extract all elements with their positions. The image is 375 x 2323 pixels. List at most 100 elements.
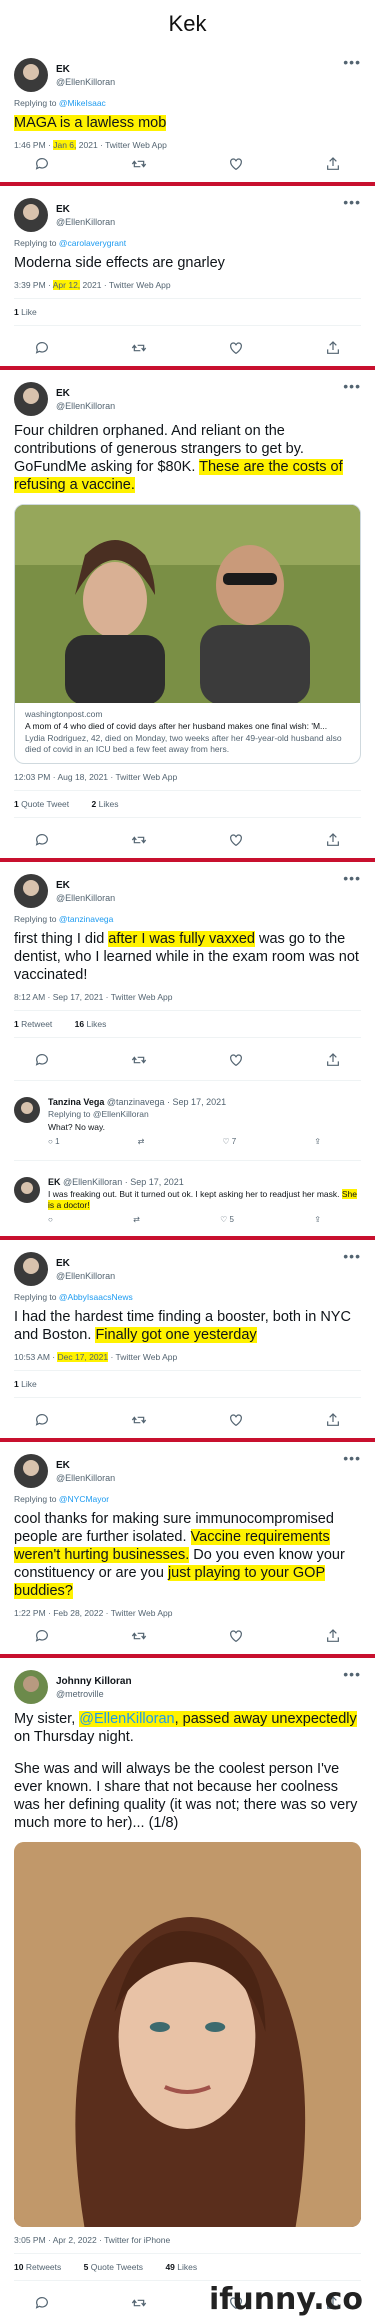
retweet-icon[interactable] xyxy=(131,340,147,356)
tweet-stats[interactable]: 1 Like xyxy=(14,1379,361,1389)
replying-to-link[interactable]: @MikeIsaac xyxy=(59,98,106,108)
tweet-4[interactable]: ••• EK @EllenKilloran Replying to @tanzi… xyxy=(0,862,375,1236)
page: Kek ••• EK @EllenKilloran Replying to @M… xyxy=(0,0,375,2323)
reply-icon[interactable]: ○ xyxy=(48,1215,53,1224)
reply-icon[interactable] xyxy=(34,2295,50,2311)
more-options-icon[interactable]: ••• xyxy=(343,54,361,70)
reply-icon[interactable] xyxy=(34,1052,50,1068)
tweet-meta: 1:22 PM · Feb 28, 2022 · Twitter Web App xyxy=(14,1608,173,1618)
author-handle[interactable]: @EllenKilloran xyxy=(56,400,115,412)
separator xyxy=(14,2280,361,2281)
author-name[interactable]: EK xyxy=(56,1459,115,1472)
reply-icon[interactable] xyxy=(34,156,50,172)
tweet-meta: 10:53 AM · Dec 17, 2021 · Twitter Web Ap… xyxy=(14,1352,178,1362)
tweet-stats[interactable]: 1 Like xyxy=(14,307,361,317)
like-icon[interactable] xyxy=(228,1628,244,1644)
tweet-7[interactable]: ••• Johnny Killoran @metroville My siste… xyxy=(0,1658,375,2321)
author-handle[interactable]: @EllenKilloran xyxy=(56,216,115,228)
like-icon[interactable] xyxy=(228,1052,244,1068)
avatar[interactable] xyxy=(14,1177,40,1203)
more-options-icon[interactable]: ••• xyxy=(343,1450,361,1466)
like-icon[interactable] xyxy=(228,156,244,172)
separator xyxy=(14,1397,361,1398)
reply-tweet[interactable]: Tanzina Vega @tanzinavega · Sep 17, 2021… xyxy=(14,1089,361,1152)
more-options-icon[interactable]: ••• xyxy=(343,1666,361,1682)
mention-link[interactable]: @EllenKilloran xyxy=(79,1711,174,1727)
retweet-icon[interactable]: ⇄ xyxy=(138,1137,145,1146)
author-name[interactable]: EK xyxy=(56,203,115,216)
retweets-stat[interactable]: 1 Retweet xyxy=(14,1019,62,1029)
replying-to-link[interactable]: @tanzinavega xyxy=(59,914,113,924)
share-icon[interactable] xyxy=(325,1412,341,1428)
like-icon[interactable] xyxy=(228,832,244,848)
reply-icon[interactable] xyxy=(34,1628,50,1644)
tweet-1[interactable]: ••• EK @EllenKilloran Replying to @MikeI… xyxy=(0,46,375,182)
avatar[interactable] xyxy=(14,1670,48,1704)
avatar[interactable] xyxy=(14,1097,40,1123)
reply-icon[interactable] xyxy=(34,340,50,356)
retweet-icon[interactable] xyxy=(131,1628,147,1644)
author-name[interactable]: EK xyxy=(56,63,115,76)
retweet-icon[interactable] xyxy=(131,832,147,848)
link-card[interactable]: washingtonpost.com A mom of 4 who died o… xyxy=(14,504,361,764)
share-icon[interactable]: ⇪ xyxy=(314,1215,321,1224)
tweet-meta: 1:46 PM · Jan 6, 2021 · Twitter Web App xyxy=(14,140,167,150)
replying-to-link[interactable]: @NYCMayor xyxy=(59,1494,109,1504)
reply-icon[interactable] xyxy=(34,1412,50,1428)
avatar[interactable] xyxy=(14,58,48,92)
share-icon[interactable] xyxy=(325,832,341,848)
card-image[interactable] xyxy=(15,505,360,705)
more-options-icon[interactable]: ••• xyxy=(343,194,361,210)
author-handle[interactable]: @EllenKilloran xyxy=(56,76,115,88)
like-count[interactable]: ♡ 5 xyxy=(220,1215,234,1224)
author-name[interactable]: EK xyxy=(56,879,115,892)
reply-actions: ○ ⇄ ♡ 5 ⇪ xyxy=(48,1211,361,1226)
likes-stat[interactable]: 49 Likes xyxy=(165,2262,207,2272)
reply-count[interactable]: ○ 1 xyxy=(48,1137,60,1146)
author-handle[interactable]: @EllenKilloran xyxy=(56,1270,115,1282)
more-options-icon[interactable]: ••• xyxy=(343,1248,361,1264)
share-icon[interactable] xyxy=(325,1628,341,1644)
retweet-icon[interactable] xyxy=(131,1412,147,1428)
share-icon[interactable] xyxy=(325,1052,341,1068)
tweet-photo[interactable] xyxy=(14,1842,361,2227)
reply-icon[interactable] xyxy=(34,832,50,848)
avatar[interactable] xyxy=(14,198,48,232)
tweet-text: Moderna side effects are gnarley xyxy=(14,255,225,271)
likes-stat[interactable]: 2 Likes xyxy=(92,799,129,809)
avatar[interactable] xyxy=(14,382,48,416)
author-name[interactable]: EK xyxy=(56,387,115,400)
author-name[interactable]: Johnny Killoran xyxy=(56,1675,132,1688)
tweet-2[interactable]: ••• EK @EllenKilloran Replying to @carol… xyxy=(0,186,375,366)
more-options-icon[interactable]: ••• xyxy=(343,870,361,886)
avatar[interactable] xyxy=(14,1454,48,1488)
avatar[interactable] xyxy=(14,1252,48,1286)
author-handle[interactable]: @EllenKilloran xyxy=(56,1472,115,1484)
more-options-icon[interactable]: ••• xyxy=(343,378,361,394)
likes-stat[interactable]: 16 Likes xyxy=(75,1019,117,1029)
author-handle[interactable]: @EllenKilloran xyxy=(56,892,115,904)
share-icon[interactable]: ⇪ xyxy=(314,1137,321,1146)
tweet-3[interactable]: ••• EK @EllenKilloran Four children orph… xyxy=(0,370,375,858)
author-name[interactable]: EK xyxy=(56,1257,115,1270)
tweet-6[interactable]: ••• EK @EllenKilloran Replying to @NYCMa… xyxy=(0,1442,375,1654)
retweet-icon[interactable] xyxy=(131,1052,147,1068)
avatar[interactable] xyxy=(14,874,48,908)
quote-tweets-stat[interactable]: 1 Quote Tweet xyxy=(14,799,79,809)
share-icon[interactable] xyxy=(325,340,341,356)
author-handle[interactable]: @metroville xyxy=(56,1688,132,1700)
retweets-stat[interactable]: 10 Retweets xyxy=(14,2262,71,2272)
reply-tweet[interactable]: EK @EllenKilloran · Sep 17, 2021 I was f… xyxy=(14,1169,361,1230)
quote-tweets-stat[interactable]: 5 Quote Tweets xyxy=(84,2262,153,2272)
tweet-5[interactable]: ••• EK @EllenKilloran Replying to @AbbyI… xyxy=(0,1240,375,1438)
like-icon[interactable] xyxy=(228,340,244,356)
replying-to-link[interactable]: @carolaverygrant xyxy=(59,238,126,248)
retweet-icon[interactable] xyxy=(131,156,147,172)
like-count[interactable]: ♡ 7 xyxy=(222,1137,236,1146)
retweet-icon[interactable]: ⇄ xyxy=(133,1215,140,1224)
like-icon[interactable] xyxy=(228,1412,244,1428)
share-icon[interactable] xyxy=(325,156,341,172)
replying-to-link[interactable]: @AbbyIsaacsNews xyxy=(59,1292,133,1302)
retweet-icon[interactable] xyxy=(131,2295,147,2311)
separator xyxy=(14,1160,361,1161)
